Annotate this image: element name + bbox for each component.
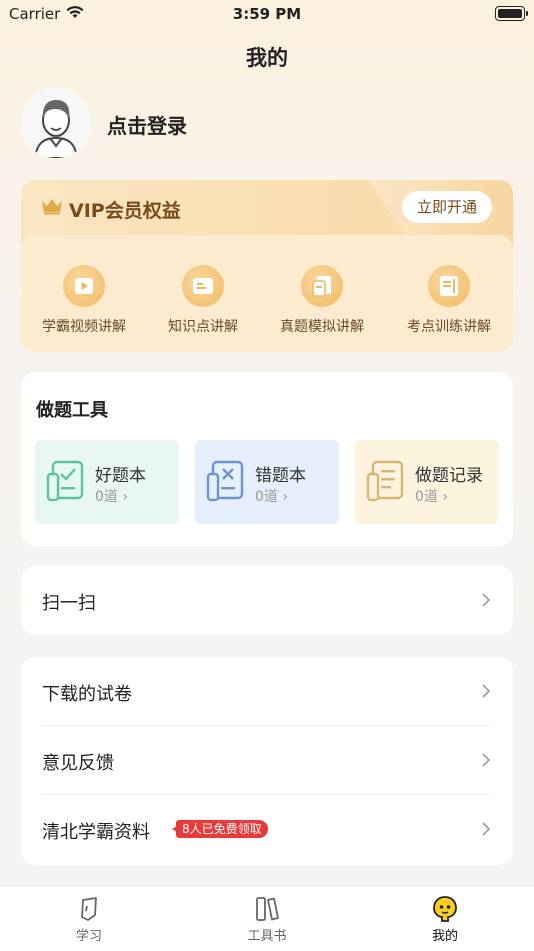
login-link[interactable]: 点击登录	[107, 110, 187, 139]
tab-bar: 学习 工具书 我的	[0, 885, 534, 951]
benefit-label: 学霸视频讲解	[42, 319, 126, 335]
vip-open-button[interactable]: 立即开通	[402, 191, 492, 223]
books-icon	[252, 895, 282, 923]
benefit-label: 真题模拟讲解	[280, 319, 364, 335]
scan-row[interactable]: 扫一扫	[21, 566, 513, 635]
record-notebook-icon	[366, 460, 406, 504]
menu-label: 意见反馈	[42, 753, 114, 774]
tab-label: 工具书	[247, 929, 287, 944]
tool-title: 做题记录	[415, 466, 483, 486]
menu-label: 下载的试卷	[42, 684, 132, 705]
card-icon	[182, 265, 224, 307]
benefit-exam[interactable]: 真题模拟讲解	[262, 265, 382, 336]
benefit-training[interactable]: 考点训练讲解	[389, 265, 509, 336]
tools-heading: 做题工具	[36, 400, 108, 421]
status-bar: Carrier 3:59 PM	[0, 0, 534, 28]
downloaded-papers-row[interactable]: 下载的试卷	[21, 657, 513, 726]
tool-count: 0道 ›	[415, 489, 448, 505]
study-materials-row[interactable]: 清北学霸资料 8人已免费领取	[21, 795, 513, 864]
chevron-right-icon	[481, 821, 491, 841]
feedback-row[interactable]: 意见反馈	[21, 726, 513, 795]
wrong-notebook-icon	[206, 460, 246, 504]
default-avatar-icon	[21, 88, 91, 158]
benefit-video[interactable]: 学霸视频讲解	[24, 265, 144, 336]
check-notebook-icon	[46, 460, 86, 504]
avatar[interactable]	[21, 88, 91, 158]
benefit-knowledge[interactable]: 知识点讲解	[143, 265, 263, 336]
battery-icon	[495, 6, 528, 21]
practice-record-button[interactable]: 做题记录 0道 ›	[355, 440, 499, 524]
study-icon	[74, 895, 104, 923]
menu-label: 清北学霸资料	[42, 822, 150, 843]
document-icon	[301, 265, 343, 307]
vip-card: VIP会员权益 立即开通 学霸视频讲解 知识点讲解 真题模拟讲解 考点训练讲解	[21, 180, 513, 352]
chevron-right-icon	[481, 592, 491, 612]
chevron-right-icon	[481, 683, 491, 703]
chevron-right-icon	[481, 752, 491, 772]
tab-reference-books[interactable]: 工具书	[178, 886, 356, 951]
wrong-questions-button[interactable]: 错题本 0道 ›	[195, 440, 339, 524]
tool-title: 好题本	[95, 466, 146, 486]
menu-card: 下载的试卷 意见反馈 清北学霸资料 8人已免费领取	[21, 657, 513, 865]
video-play-icon	[63, 265, 105, 307]
tab-mine[interactable]: 我的	[356, 886, 534, 951]
tool-title: 错题本	[255, 466, 306, 486]
crown-icon	[41, 197, 63, 219]
page-title: 我的	[246, 46, 288, 70]
promo-badge: 8人已免费领取	[172, 820, 268, 838]
benefit-label: 知识点讲解	[168, 319, 238, 335]
notebook-icon	[428, 265, 470, 307]
vip-benefits: 学霸视频讲解 知识点讲解 真题模拟讲解 考点训练讲解	[21, 235, 513, 352]
good-questions-button[interactable]: 好题本 0道 ›	[35, 440, 179, 524]
mine-face-icon	[430, 895, 460, 923]
practice-tools-card: 做题工具 好题本 0道 › 错题本 0道 › 做题记录 0道 ›	[21, 372, 513, 546]
tool-count: 0道 ›	[95, 489, 128, 505]
benefit-label: 考点训练讲解	[407, 319, 491, 335]
vip-title: VIP会员权益	[69, 200, 181, 222]
scan-label: 扫一扫	[42, 593, 96, 614]
tab-label: 我的	[431, 929, 458, 944]
tab-label: 学习	[75, 929, 102, 944]
tool-count: 0道 ›	[255, 489, 288, 505]
scan-card: 扫一扫	[21, 566, 513, 635]
tab-study[interactable]: 学习	[0, 886, 178, 951]
clock: 3:59 PM	[232, 5, 302, 23]
